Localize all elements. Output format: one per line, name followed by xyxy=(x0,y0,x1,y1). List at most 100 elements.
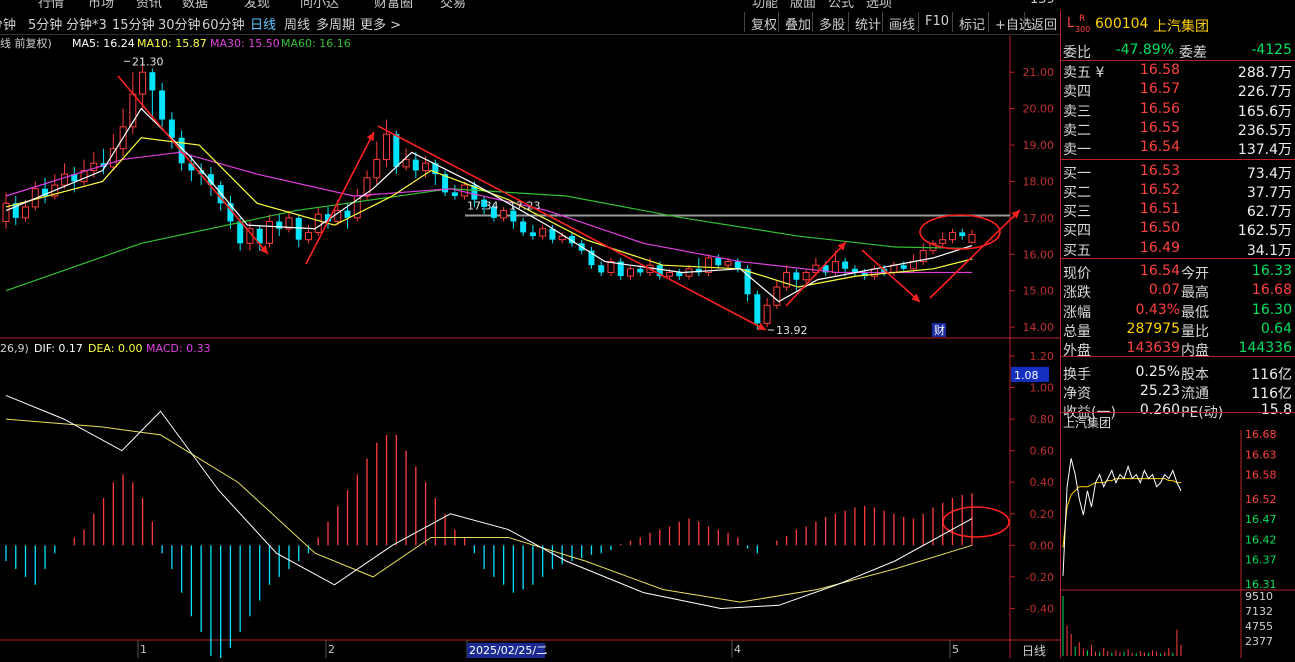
top-menu-item[interactable]: 行情 xyxy=(38,0,64,8)
quote-panel: L R 300 600104 上汽集团 委比 -47.89% 委差 -4125 卖五 ¥… xyxy=(1060,10,1295,658)
panel-divider xyxy=(1061,356,1295,357)
quote-cell: 162.5万 xyxy=(1237,223,1292,240)
toolbar-button[interactable]: 画线 xyxy=(882,12,915,33)
chart-toolbar: 分钟 5分钟分钟*3 15分钟30分钟60分钟日线周线多周期更多 > 复权叠加多股统计… xyxy=(0,10,1060,35)
toolbar-button[interactable]: 多股 xyxy=(812,12,845,33)
candle-body xyxy=(237,221,244,244)
badge-l: L xyxy=(1067,16,1075,31)
candle-body xyxy=(451,192,458,196)
candle-body xyxy=(412,159,419,171)
price-tick-label: 20.00 xyxy=(1023,103,1055,116)
toolbar-button[interactable]: 统计 xyxy=(848,12,881,33)
candle-body xyxy=(461,184,469,197)
top-menu-item[interactable]: 选项 xyxy=(866,0,892,8)
macd-tick-label: 1.00 xyxy=(1030,382,1055,395)
period-tab[interactable]: 周线 xyxy=(284,14,310,33)
quote-row: 现价 16.54 今开 16.33 xyxy=(1061,263,1295,282)
badge-num: 300 xyxy=(1075,25,1091,34)
buy-order-row: 买三 16.51 62.7万 xyxy=(1061,201,1295,220)
trend-arrow xyxy=(929,209,1021,299)
price-tick-label: 18.00 xyxy=(1023,175,1055,188)
quote-cell: 今开 xyxy=(1181,266,1209,282)
quote-cell: 最低 xyxy=(1181,304,1209,321)
toolbar-button[interactable]: F10 xyxy=(918,12,949,32)
macd-tick-label: 0.60 xyxy=(1030,445,1055,458)
quote-cell: 116亿 xyxy=(1251,366,1292,383)
quote-cell: 0.43% xyxy=(1135,301,1180,318)
quote-row: 总量 287975 量比 0.64 xyxy=(1061,321,1295,340)
price-tick-label: 16.00 xyxy=(1023,248,1055,261)
top-menu-item[interactable]: 公式 xyxy=(828,0,854,8)
period-tab[interactable]: 分钟*3 xyxy=(66,14,107,33)
top-menu-item[interactable]: 问小达 xyxy=(300,0,339,8)
quote-cell: 16.56 xyxy=(1139,100,1180,117)
quote-row: 换手 0.25% 股本 116亿 xyxy=(1061,364,1295,383)
quote-cell: 卖四 xyxy=(1063,84,1091,101)
top-menu-item[interactable]: 159 xyxy=(1030,0,1055,7)
panel-divider xyxy=(1061,412,1295,413)
price-tick-label: 21.00 xyxy=(1023,66,1055,79)
candle-body xyxy=(763,304,771,324)
kline-chart-svg[interactable]: 21.0020.0019.0018.0017.0016.0015.0014.00… xyxy=(0,36,1060,662)
high-annotation: 21.30 xyxy=(132,55,164,68)
period-tab[interactable]: 日线 xyxy=(250,14,276,33)
quote-cell: 最高 xyxy=(1181,285,1209,302)
quote-cell: 16.52 xyxy=(1139,181,1180,198)
top-menu-item[interactable]: 数据 xyxy=(182,0,208,8)
price-tick-label: 15.00 xyxy=(1023,285,1055,298)
quote-cell: 卖一 xyxy=(1063,142,1091,159)
quote-cell: 16.68 xyxy=(1251,282,1292,299)
low-annotation: 13.92 xyxy=(776,324,808,337)
toolbar-button[interactable]: 标记 xyxy=(952,12,985,33)
period-tab[interactable]: 分钟 xyxy=(0,14,16,33)
quote-cell: 16.49 xyxy=(1139,239,1180,256)
period-tab[interactable]: 30分钟 xyxy=(158,14,201,33)
period-tab[interactable]: 更多 > xyxy=(360,14,401,33)
candle-body xyxy=(373,159,381,179)
toolbar-button[interactable]: 返回 xyxy=(1024,12,1057,33)
sell-order-row: 卖三 16.56 165.6万 xyxy=(1061,101,1295,120)
candle-body xyxy=(802,271,810,281)
badge-r: R xyxy=(1079,14,1086,24)
macd-legend-item: DEA: 0.00 xyxy=(88,342,142,355)
price-tick-label: 19.00 xyxy=(1023,139,1055,152)
toolbar-button[interactable]: 叠加 xyxy=(778,12,811,33)
quote-row: 涨跌 0.07 最高 16.68 xyxy=(1061,282,1295,301)
top-menu-item[interactable]: 市场 xyxy=(88,0,114,8)
quote-cell: 外盘 xyxy=(1063,343,1091,360)
macd-tick-label: -0.20 xyxy=(1026,571,1054,584)
kline-chart-area[interactable]: 21.00 20.00 19.00 18.00 17.00 16.00 15.00 14.00… xyxy=(0,36,1060,662)
quote-row: 涨幅 0.43% 最低 16.30 xyxy=(1061,302,1295,321)
top-menu-item[interactable]: 财富圈 xyxy=(374,0,413,8)
quote-cell: 16.58 xyxy=(1139,62,1180,78)
period-tab[interactable]: 60分钟 xyxy=(202,14,245,33)
top-menu-item[interactable]: 版面 xyxy=(790,0,816,8)
period-tab[interactable]: 多周期 xyxy=(316,14,355,33)
candle-body xyxy=(715,257,722,266)
quote-cell: 卖三 xyxy=(1063,103,1091,120)
buy-order-row: 买五 16.49 34.1万 xyxy=(1061,240,1295,259)
period-tab[interactable]: 15分钟 xyxy=(112,14,155,33)
quote-cell: 0.07 xyxy=(1148,282,1180,299)
toolbar-button[interactable]: 复权 xyxy=(744,12,777,33)
quote-cell: 卖五 ¥ xyxy=(1063,65,1105,81)
quote-cell: -4125 xyxy=(1251,42,1292,58)
top-menu-item[interactable]: 交易 xyxy=(440,0,466,8)
quote-cell: 116亿 xyxy=(1251,385,1292,402)
ma-legend-item: MA10: 15.87 xyxy=(137,37,207,50)
quote-cell: 37.7万 xyxy=(1246,184,1292,201)
quote-cell: 226.7万 xyxy=(1237,84,1292,101)
level-left-annotation: 17.34 xyxy=(467,199,499,212)
candle-body xyxy=(383,133,391,161)
top-menu-bar: 行情 市场 资讯 数据 发现 问小达 财富圈 交易 功能 版面 公式 选项 159 xyxy=(0,0,1060,8)
period-tab[interactable]: 5分钟 xyxy=(28,14,62,33)
top-menu-item[interactable]: 资讯 xyxy=(136,0,162,8)
quote-cell: 涨幅 xyxy=(1063,304,1091,321)
quote-row: 净资 25.23 流通 116亿 xyxy=(1061,383,1295,402)
candle-body xyxy=(539,228,547,237)
intraday-vol-tick: 7132 xyxy=(1245,605,1273,618)
x-label: 1 xyxy=(140,643,147,656)
top-menu-item[interactable]: 功能 xyxy=(752,0,778,8)
intraday-chart[interactable]: 上汽集团16.6816.6316.5816.5216.4716.4216.371… xyxy=(1061,414,1295,658)
top-menu-item[interactable]: 发现 xyxy=(244,0,270,8)
